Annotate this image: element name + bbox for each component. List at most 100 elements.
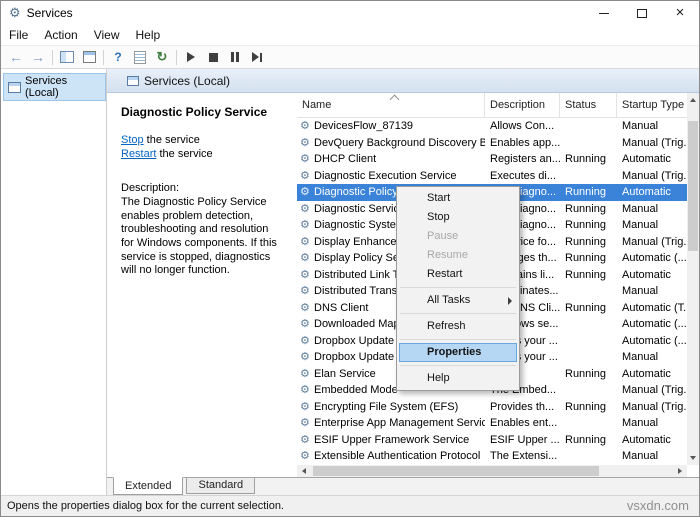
export-list-button[interactable] [129,47,151,67]
service-status-cell: Running [565,268,606,281]
tab-extended[interactable]: Extended [113,477,184,495]
forward-button[interactable] [27,47,49,67]
service-status-cell: Running [565,433,606,446]
context-menu-item-restart[interactable]: Restart [397,265,519,284]
menu-help[interactable]: Help [128,25,169,45]
table-row[interactable]: Extensible Authentication Protocol The Ex… [297,448,687,465]
service-gear-icon [300,283,314,300]
service-gear-icon [300,151,314,168]
view-tabs: Extended Standard [107,477,699,495]
menu-view[interactable]: View [86,25,128,45]
show-console-tree-button[interactable] [56,47,78,67]
service-name-cell: Enterprise App Management Service [297,415,485,432]
console-window-icon [8,81,21,93]
service-gear-icon [300,118,314,135]
service-status-cell [560,283,617,300]
service-status-cell [560,349,617,366]
menu-file[interactable]: File [1,25,36,45]
service-status-cell [560,168,617,185]
context-menu-item-stop[interactable]: Stop [397,208,519,227]
service-name-cell: Encrypting File System (EFS) [297,399,485,416]
pause-service-button[interactable] [224,47,246,67]
vertical-scroll-thumb[interactable] [688,121,698,251]
maximize-button[interactable] [623,1,661,25]
menu-bar: File Action View Help [1,25,699,45]
restart-service-button[interactable] [246,47,268,67]
column-header-name[interactable]: Name [297,93,485,117]
window-title: Services [26,6,73,20]
back-button[interactable] [5,47,27,67]
tree-item-services-local[interactable]: Services (Local) [3,73,106,101]
context-menu-item-refresh[interactable]: Refresh [397,317,519,336]
start-service-button[interactable] [180,47,202,67]
table-row[interactable]: Diagnostic Execution Service Executes di.… [297,168,687,185]
table-row[interactable]: DHCP Client Registers an... Running Automat… [297,151,687,168]
show-console-tree-icon [60,51,74,63]
service-gear-icon [300,382,314,399]
main-area: Services (Local) Services (Local) Diagno… [1,69,699,495]
context-menu-item-resume[interactable]: Resume [397,246,519,265]
help-icon [114,50,121,64]
service-startup-type-cell: Automatic [622,367,671,380]
vertical-scrollbar[interactable] [687,93,699,465]
service-name-cell: Diagnostic Execution Service [297,168,485,185]
minimize-icon [599,12,609,14]
refresh-button[interactable] [151,47,173,67]
restart-service-link[interactable]: Restart [121,148,156,160]
service-status-cell: Running [565,301,606,314]
column-header-status[interactable]: Status [560,93,617,117]
context-menu-item-help[interactable]: Help [397,369,519,388]
service-gear-icon [300,316,314,333]
menu-separator [400,339,516,340]
table-row[interactable]: Encrypting File System (EFS) Provides th.… [297,399,687,416]
pause-service-icon [231,52,239,62]
stop-service-link[interactable]: Stop [121,134,144,146]
scroll-up-button[interactable] [687,93,699,107]
service-startup-type-cell: Automatic (... [622,252,687,264]
menu-action[interactable]: Action [36,25,85,45]
service-status-cell [560,118,617,135]
context-menu: Start Stop Pause Resume Restart All Tasks Refr… [396,186,520,391]
console-tree-panel: Services (Local) [1,69,107,495]
services-window: Services File Action View Help Services … [0,0,700,517]
properties-button[interactable] [78,47,100,67]
context-menu-item-properties[interactable]: Properties [399,343,517,362]
service-startup-type-cell: Automatic [622,186,671,198]
service-description-cell: Registers an... [490,153,560,165]
context-menu-item-start[interactable]: Start [397,189,519,208]
tab-standard[interactable]: Standard [186,478,256,494]
service-status-cell: Running [565,186,606,198]
table-row[interactable]: Enterprise App Management Service Enables… [297,415,687,432]
service-gear-icon [300,234,314,251]
column-header-startup-type[interactable]: Startup Type [617,93,687,117]
horizontal-scroll-thumb[interactable] [313,466,599,476]
scroll-right-button[interactable] [673,465,687,477]
service-status-cell: Running [565,400,606,413]
minimize-button[interactable] [585,1,623,25]
service-status-cell [560,448,617,465]
window-controls [585,1,699,25]
scroll-left-button[interactable] [297,465,311,477]
help-button[interactable] [107,47,129,67]
close-button[interactable] [661,1,699,25]
service-status-cell [560,382,617,399]
result-pane-header: Services (Local) [107,69,699,93]
services-app-icon [9,4,21,22]
context-menu-item-all-tasks[interactable]: All Tasks [397,291,519,310]
service-name-cell: DevicesFlow_87139 [297,118,485,135]
scroll-down-button[interactable] [687,451,699,465]
service-gear-icon [300,168,314,185]
table-row[interactable]: DevicesFlow_87139 Allows Con... Manual [297,118,687,135]
table-row[interactable]: DevQuery Background Discovery B... Enable… [297,135,687,152]
service-description-cell: Enables app... [490,136,560,149]
service-gear-icon [300,300,314,317]
close-icon [676,4,685,22]
toolbar-separator [52,49,53,65]
horizontal-scrollbar[interactable] [297,465,687,477]
service-gear-icon [300,201,314,218]
stop-service-button[interactable] [202,47,224,67]
column-header-description[interactable]: Description [485,93,560,117]
table-row[interactable]: ESIF Upper Framework Service ESIF Upper .… [297,432,687,449]
service-gear-icon [300,217,314,234]
context-menu-item-pause[interactable]: Pause [397,227,519,246]
